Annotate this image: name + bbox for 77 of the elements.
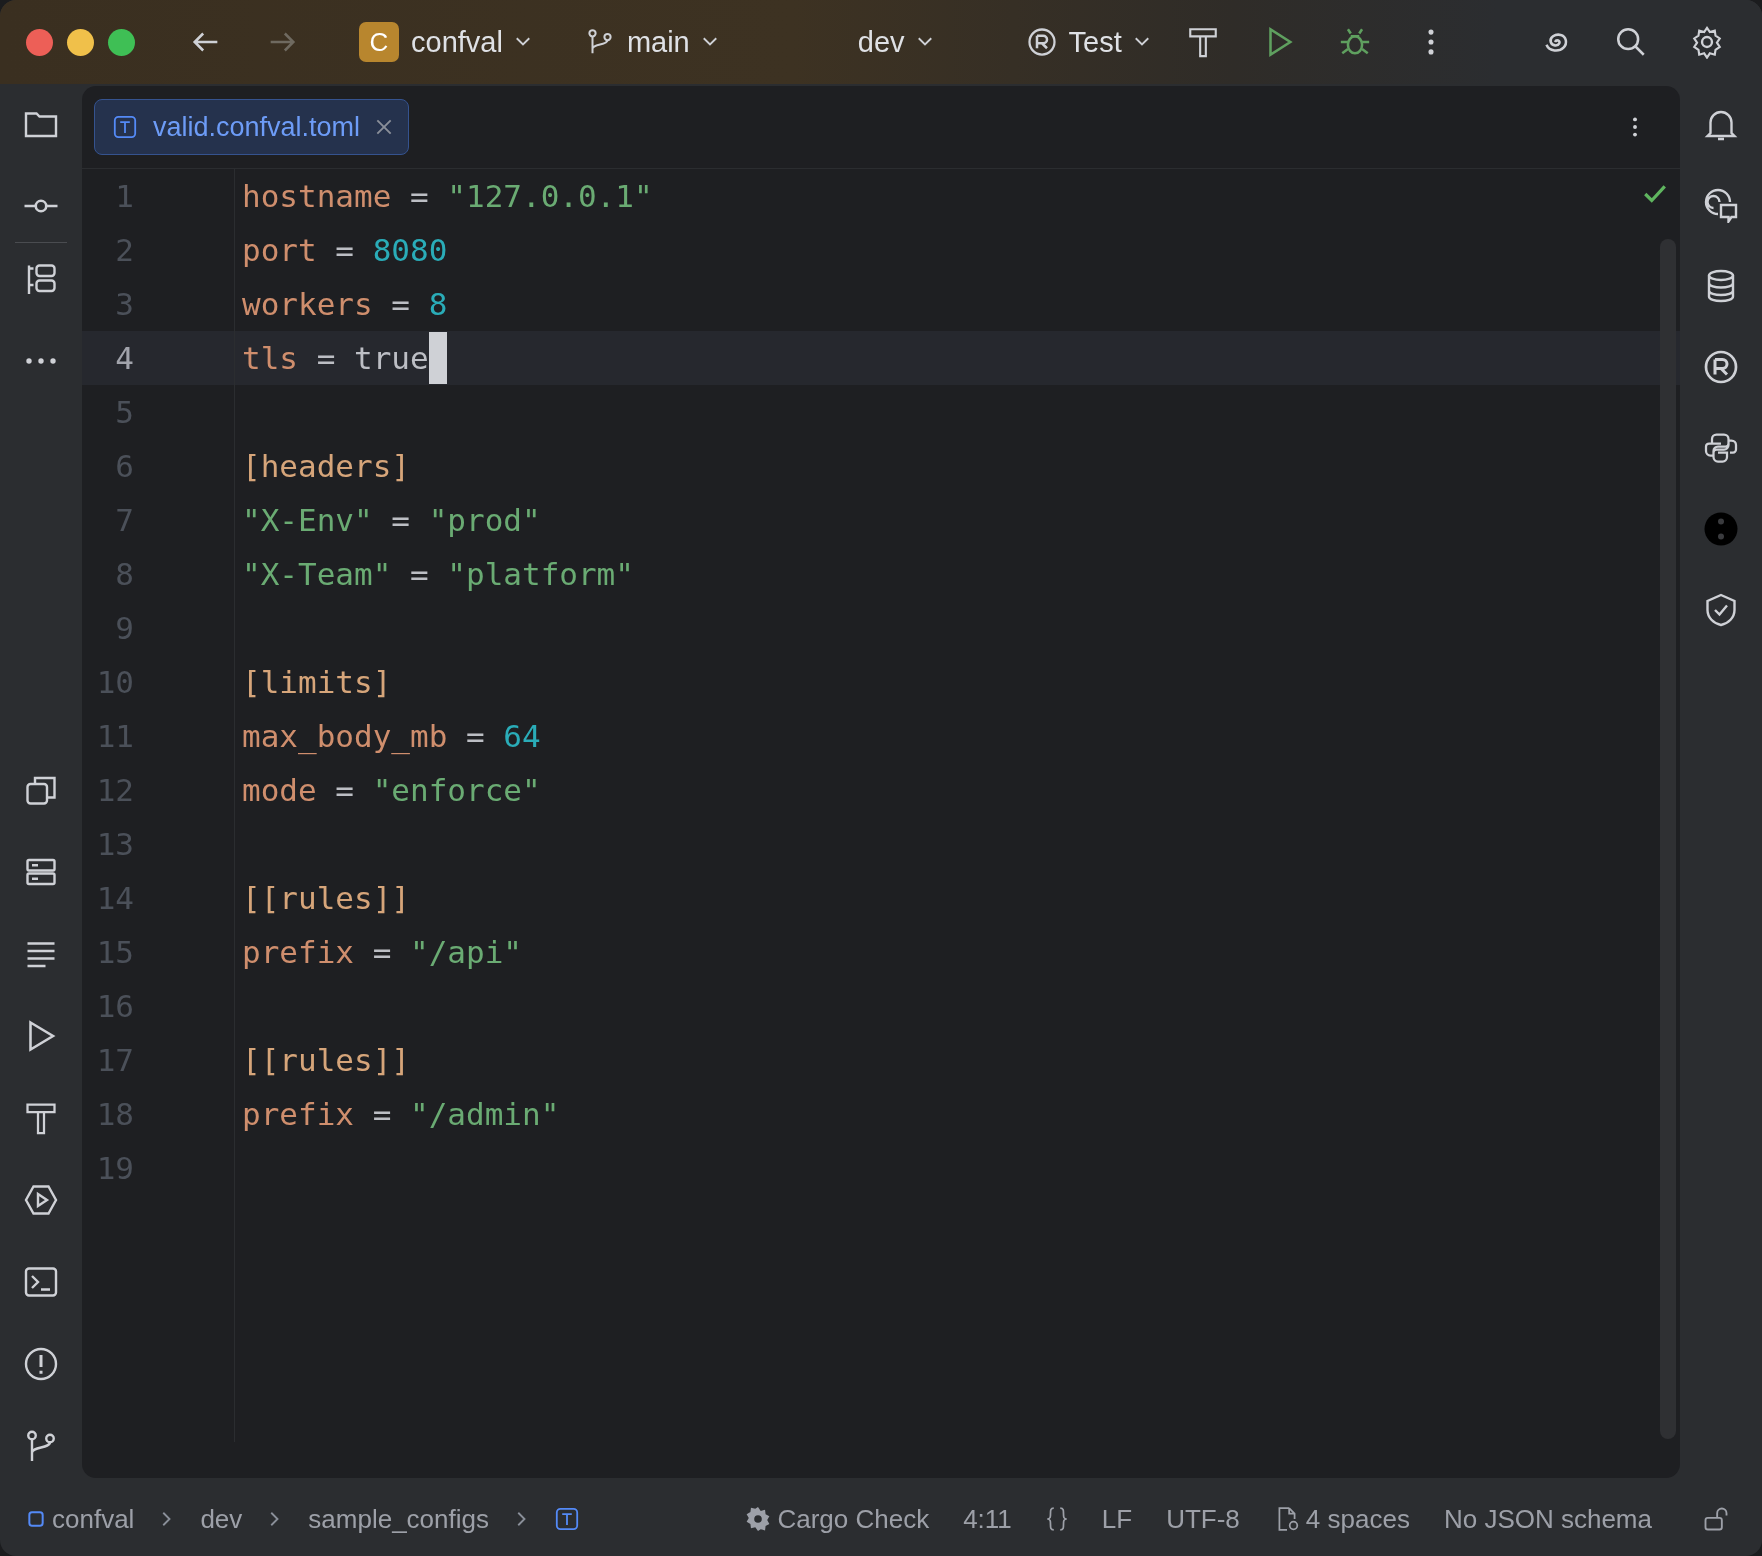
code-token: [limits]: [242, 664, 392, 700]
code-token: 8080: [372, 232, 448, 268]
breadcrumb[interactable]: confval: [52, 1503, 135, 1535]
code-token: =: [390, 286, 411, 322]
code-token: =: [371, 934, 393, 970]
code-token: =: [315, 340, 337, 376]
chevron-down-icon: [701, 37, 718, 47]
code-token: "platform": [447, 556, 634, 592]
breadcrumb[interactable]: sample_configs: [308, 1503, 489, 1535]
branch-selector[interactable]: main: [578, 21, 724, 63]
braces-icon[interactable]: [1045, 1506, 1068, 1532]
python-icon[interactable]: [1703, 430, 1739, 466]
project-selector[interactable]: C confval: [353, 18, 537, 66]
code-token: =: [390, 502, 411, 538]
close-window-button[interactable]: [26, 28, 53, 56]
code-token: [[rules]]: [242, 1042, 410, 1078]
code-token: true: [354, 340, 429, 376]
indent-widget[interactable]: 4 spaces: [1273, 1503, 1410, 1535]
run-hexagon-icon[interactable]: [23, 1182, 59, 1218]
code-token: "prod": [428, 502, 541, 538]
hammer-icon[interactable]: [23, 1100, 59, 1136]
gear-icon: [745, 1506, 772, 1532]
module-icon: [28, 1511, 44, 1527]
ai-chat-icon[interactable]: [1703, 187, 1739, 223]
chevron-down-icon: [1133, 37, 1150, 47]
chevron-right-icon: [516, 1511, 527, 1527]
chevron-right-icon: [270, 1511, 281, 1527]
json-schema[interactable]: No JSON schema: [1443, 1503, 1652, 1535]
close-icon[interactable]: [376, 119, 393, 135]
file-encoding[interactable]: UTF-8: [1166, 1503, 1240, 1535]
rust-icon: [1026, 27, 1057, 57]
rust-icon[interactable]: [1703, 349, 1739, 385]
code-token: [[rules]]: [242, 880, 410, 916]
settings-icon[interactable]: [1690, 25, 1724, 59]
run-config-selector[interactable]: Test: [1020, 21, 1156, 63]
code-token: prefix: [242, 1096, 354, 1132]
code-token: =: [408, 178, 430, 214]
line-separator[interactable]: LF: [1101, 1503, 1133, 1535]
code-token: port: [242, 232, 317, 268]
minimize-window-button[interactable]: [67, 28, 94, 56]
file-tab[interactable]: valid.confval.toml: [94, 99, 410, 155]
chevron-right-icon: [162, 1511, 173, 1527]
code-token: hostname: [242, 178, 392, 214]
code-token: =: [464, 718, 486, 754]
code-token: [headers]: [242, 448, 410, 484]
profile-selector[interactable]: dev: [851, 21, 939, 63]
code-token: max_body_mb: [242, 718, 448, 754]
code-token: workers: [242, 286, 373, 322]
toml-file-icon[interactable]: [554, 1507, 579, 1531]
code-token: "X-Team": [242, 556, 392, 592]
chevron-down-icon: [916, 37, 933, 47]
code-token: "/admin": [410, 1096, 560, 1132]
code-token: "127.0.0.1": [447, 178, 653, 214]
code-token: =: [334, 232, 355, 268]
text-caret: [428, 332, 447, 384]
breadcrumb[interactable]: dev: [200, 1503, 243, 1535]
problems-icon[interactable]: [23, 1346, 59, 1382]
toml-file-icon: [113, 115, 137, 139]
code-token: "enforce": [372, 772, 541, 808]
cursor-position[interactable]: 4:11: [963, 1503, 1012, 1535]
code-token: =: [334, 772, 355, 808]
code-token: =: [408, 556, 430, 592]
zoom-window-button[interactable]: [108, 28, 135, 56]
code-token: mode: [242, 772, 317, 808]
code-token: "X-Env": [242, 502, 373, 538]
cargo-check-widget[interactable]: Cargo Check: [745, 1503, 930, 1535]
code-token: tls: [242, 340, 298, 376]
code-token: =: [371, 1096, 393, 1132]
shield-icon[interactable]: [1703, 592, 1739, 628]
code-token: "/api": [410, 934, 522, 970]
chevron-down-icon: [514, 37, 531, 47]
terminal-icon[interactable]: [23, 1264, 59, 1300]
unlock-icon[interactable]: [1702, 1505, 1730, 1533]
line-number: 4: [114, 340, 134, 376]
code-token: prefix: [242, 934, 354, 970]
code-token: 8: [428, 286, 448, 322]
code-token: 64: [503, 718, 541, 754]
